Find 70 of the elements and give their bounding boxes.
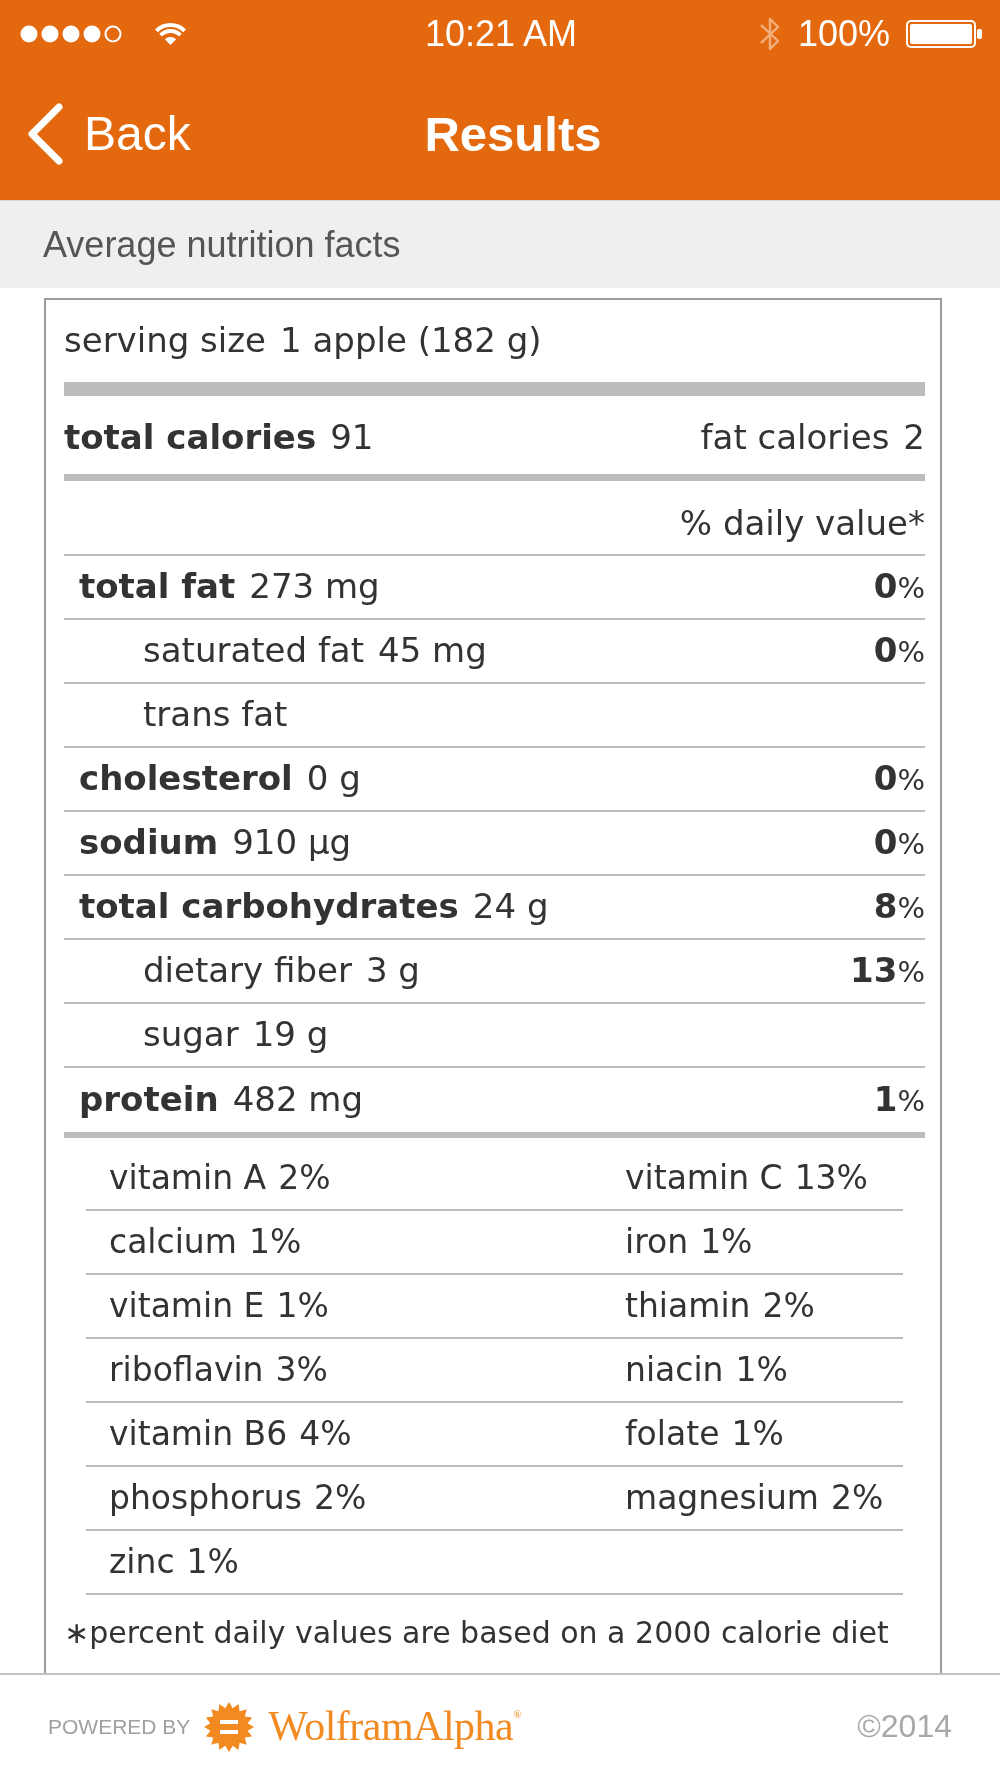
nutrient-amount: 0 g [306, 759, 361, 799]
footnote-text: ∗percent daily values are based on a 2000 calorie diet [64, 1614, 890, 1651]
nutrient-name: total carbohydrates [79, 887, 459, 927]
daily-value-percent: 8% [873, 887, 925, 927]
vitamin-name: phosphorus [109, 1479, 302, 1517]
nutrient-amount: 19 g [252, 1015, 329, 1055]
daily-value-percent: 0% [873, 631, 925, 671]
vitamin-name: vitamin A [109, 1159, 267, 1197]
vitamin-percent: 1% [248, 1223, 302, 1261]
nutrient-name: saturated fat [143, 631, 365, 671]
vitamin-name: calcium [109, 1223, 237, 1261]
wifi-icon [153, 22, 188, 46]
brand-wordmark: WolframAlpha$^{®}$ [268, 1703, 522, 1750]
nutrient-amount: 3 g [365, 951, 420, 991]
vitamin-percent: 3% [275, 1351, 328, 1389]
vitamin-name: magnesium [625, 1479, 819, 1517]
vitamin-percent: 2% [762, 1287, 815, 1325]
battery-icon [906, 20, 982, 48]
vitamin-name: zinc [109, 1543, 175, 1581]
powered-by-label: POWERED BY [48, 1714, 191, 1739]
vitamin-percent: 1% [731, 1415, 784, 1453]
nutrient-name: trans fat [143, 695, 288, 735]
starburst-logo-icon [204, 1701, 255, 1752]
vitamin-name: vitamin E [109, 1287, 265, 1325]
nutrient-name: cholesterol [79, 759, 293, 799]
daily-value-percent: 1% [873, 1080, 925, 1120]
daily-value-percent: 13% [850, 951, 925, 991]
vitamin-percent: 13% [794, 1159, 868, 1197]
vitamin-name: thiamin [625, 1287, 751, 1325]
copyright-text: ©2014 [857, 1708, 952, 1745]
vitamin-name: vitamin C [625, 1159, 783, 1197]
total-calories-label: total calories [64, 418, 317, 458]
vitamin-name: vitamin B6 [109, 1415, 288, 1453]
nutrient-name: protein [79, 1080, 219, 1120]
serving-size-value: 1 apple (182 g) [280, 321, 542, 361]
nutrient-name: total fat [79, 567, 236, 607]
vitamin-percent: 1% [735, 1351, 788, 1389]
vitamin-percent: 4% [299, 1415, 352, 1453]
vitamin-name: riboflavin [109, 1351, 264, 1389]
nutrient-amount: 273 mg [249, 567, 380, 607]
nutrient-name: sugar [143, 1015, 239, 1055]
nutrient-amount: 45 mg [378, 631, 487, 671]
daily-value-percent: 0% [873, 759, 925, 799]
screen-title: Results [424, 109, 602, 159]
vitamin-name: niacin [625, 1351, 724, 1389]
vitamin-percent: 2% [314, 1479, 367, 1517]
total-calories-value: 91 [330, 418, 374, 458]
vitamin-name: iron [625, 1223, 689, 1261]
section-title: Average nutrition facts [43, 224, 401, 265]
nutrient-amount: 24 g [472, 887, 549, 927]
nutrient-amount: 910 µg [232, 823, 352, 863]
status-time: 10:21 AM [424, 16, 578, 52]
fat-calories-label: fat calories [700, 418, 890, 458]
vitamin-percent: 1% [186, 1543, 239, 1581]
back-button[interactable]: Back [26, 103, 191, 165]
back-chevron-icon [26, 103, 64, 165]
daily-value-percent: 0% [873, 567, 925, 607]
fat-calories-value: 2 [903, 418, 925, 458]
vitamin-name: folate [625, 1415, 720, 1453]
serving-size-label: serving size [64, 321, 267, 361]
vitamin-percent: 2% [278, 1159, 331, 1197]
daily-value-percent: 0% [873, 823, 925, 863]
nutrient-name: sodium [79, 823, 219, 863]
vitamin-percent: 2% [830, 1479, 884, 1517]
vitamin-percent: 1% [700, 1223, 753, 1261]
battery-percent: 100% [797, 16, 890, 52]
vitamin-percent: 1% [276, 1287, 329, 1325]
daily-value-heading: % daily value* [679, 503, 925, 544]
nutrient-amount: 482 mg [232, 1080, 364, 1120]
nutrient-name: dietary fiber [143, 951, 352, 991]
